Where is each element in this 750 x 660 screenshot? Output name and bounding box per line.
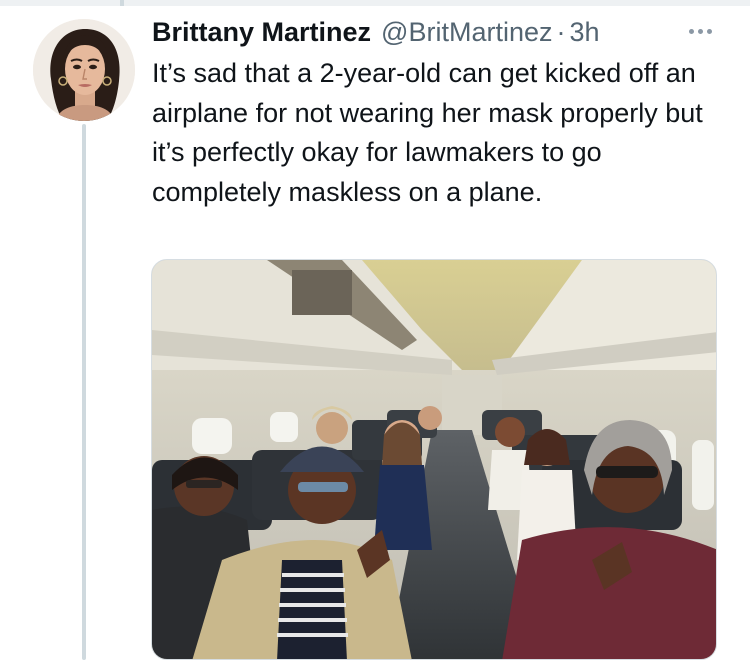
previous-thread-line <box>120 0 124 6</box>
thread-connector-line <box>82 124 86 660</box>
more-dot <box>688 28 694 34</box>
more-horizontal-icon[interactable] <box>684 18 716 44</box>
avatar[interactable] <box>33 19 135 121</box>
more-dot <box>697 28 703 34</box>
top-divider <box>0 0 750 6</box>
tweet-media-photo[interactable] <box>151 259 717 660</box>
more-dot <box>706 28 712 34</box>
author-display-name[interactable]: Brittany Martinez <box>152 14 371 50</box>
header-separator: · <box>556 17 566 47</box>
tweet-header: Brittany Martinez @BritMartinez · 3h <box>152 14 600 50</box>
tweet-timestamp[interactable]: 3h <box>570 14 600 50</box>
avatar-image <box>33 19 135 121</box>
tweet-text: It’s sad that a 2-year-old can get kicke… <box>152 58 703 207</box>
airplane-cabin-photo <box>152 260 716 659</box>
author-handle[interactable]: @BritMartinez <box>381 14 552 50</box>
